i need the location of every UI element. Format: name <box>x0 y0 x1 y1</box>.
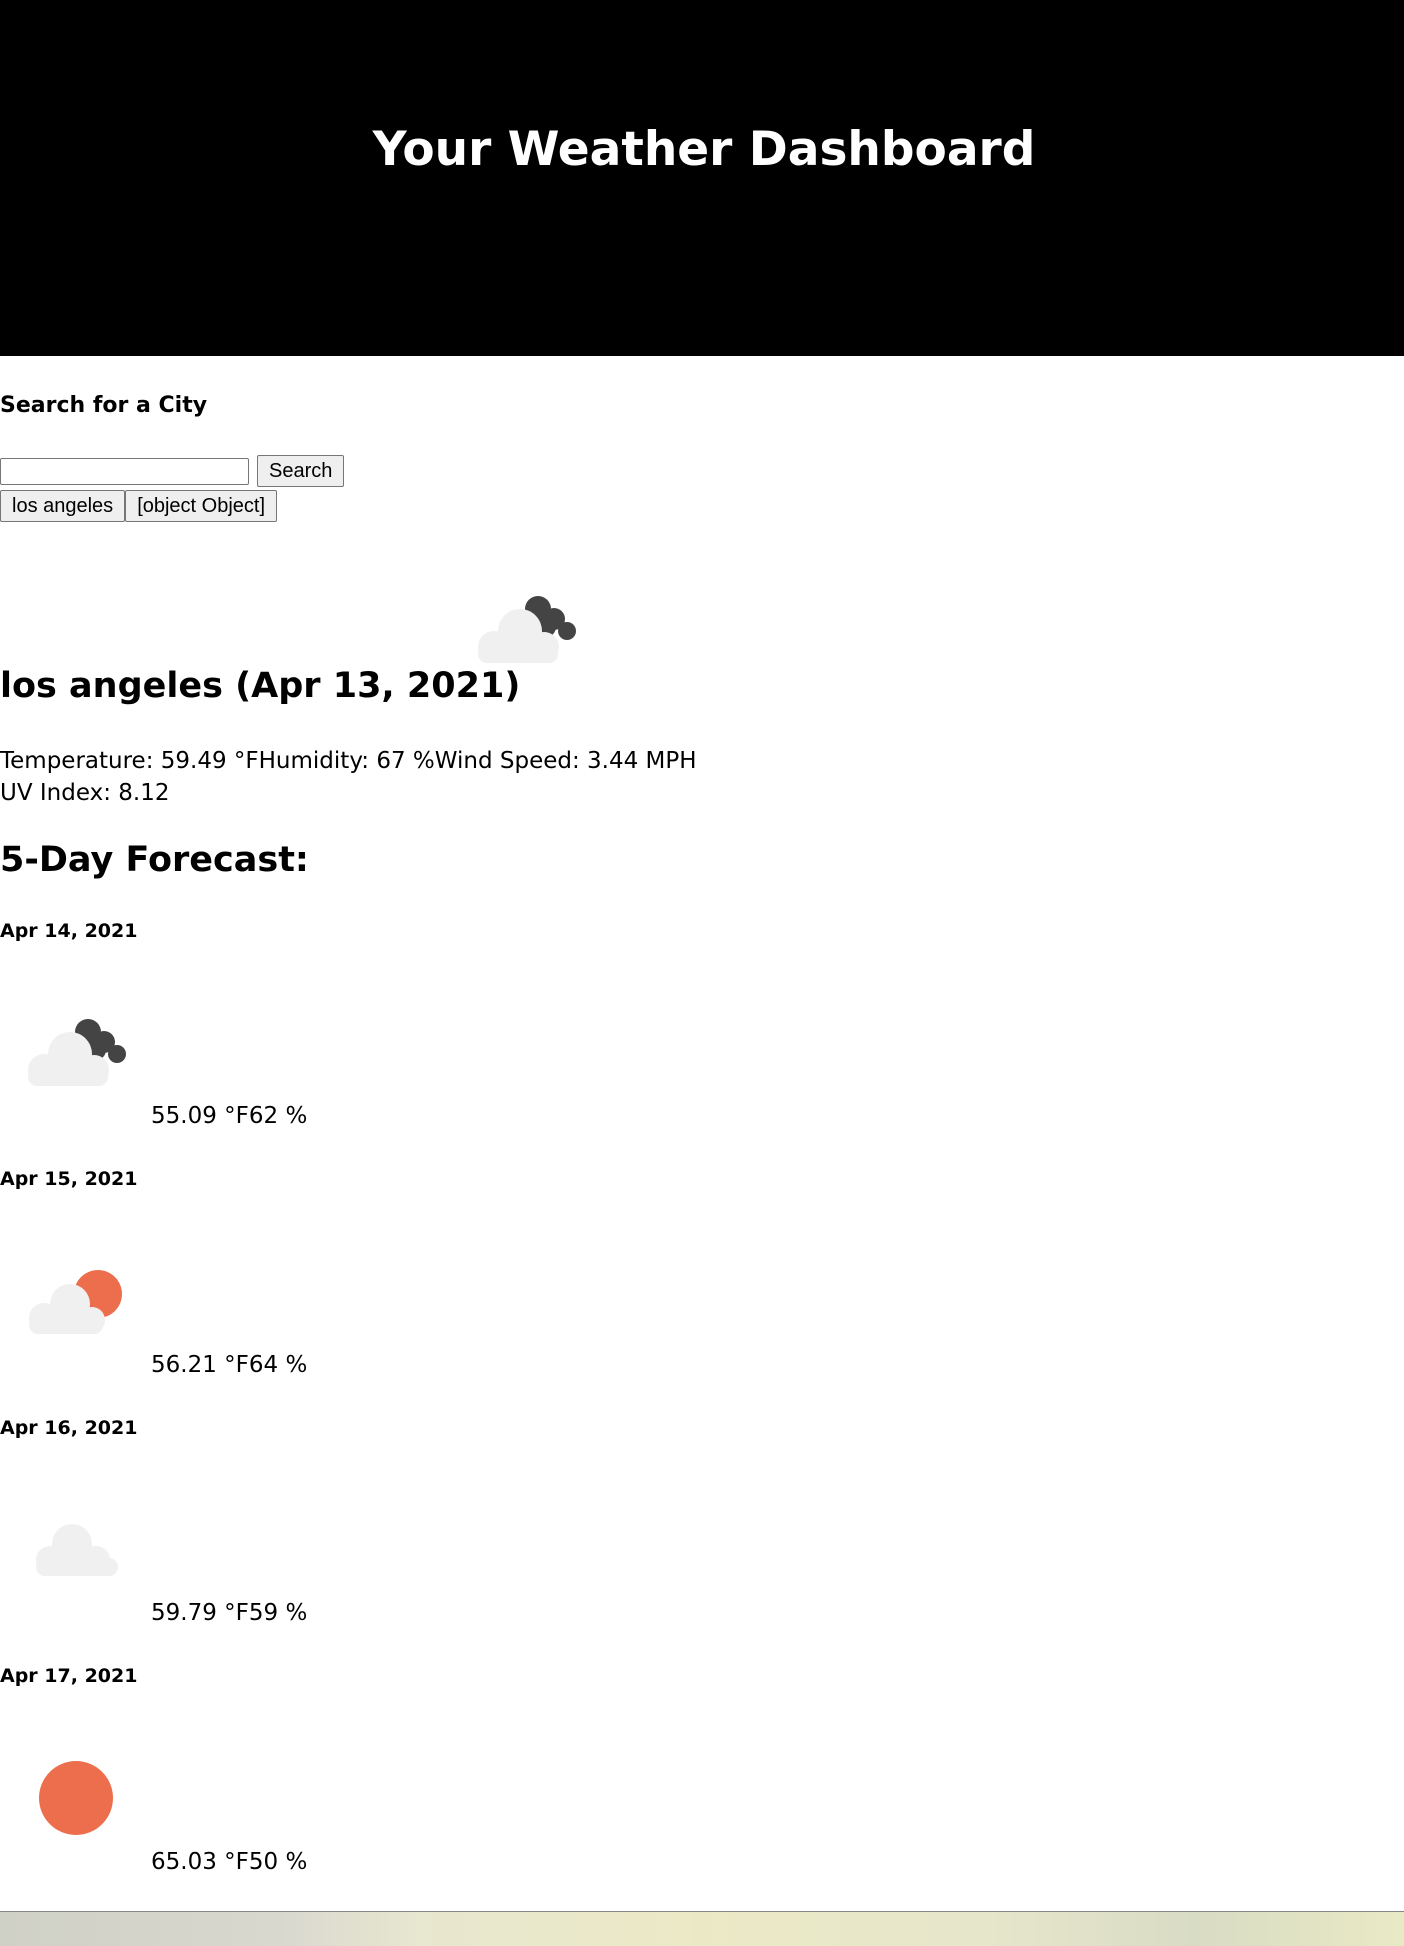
forecast-humidity: 62 % <box>248 1103 308 1129</box>
page-title: Your Weather Dashboard <box>372 122 1036 177</box>
forecast-humidity: 50 % <box>248 1849 308 1875</box>
forecast-title: 5-Day Forecast: <box>0 840 309 880</box>
forecast-temp: 59.79 °F <box>151 1600 249 1626</box>
bottom-edge-bar <box>0 1911 1404 1946</box>
forecast-date: Apr 15, 2021 <box>0 1168 138 1190</box>
forecast-date: Apr 16, 2021 <box>0 1417 138 1439</box>
forecast-date: Apr 14, 2021 <box>0 920 138 942</box>
history-button-object[interactable]: [object Object] <box>125 490 278 522</box>
sun-icon <box>39 1761 113 1835</box>
search-history: los angeles [object Object] <box>0 490 278 522</box>
cloud-icon <box>36 1524 118 1576</box>
current-wind-speed: Wind Speed: 3.44 MPH <box>434 748 697 774</box>
city-search-input[interactable] <box>0 457 249 485</box>
search-button[interactable]: Search <box>257 455 345 487</box>
current-temperature: Temperature: 59.49 °F <box>0 748 259 774</box>
current-stats-line: Temperature: 59.49 °FHumidity: 67 %Wind … <box>0 745 697 777</box>
forecast-stats: 65.03 °F50 % <box>151 1849 307 1875</box>
cloudy-dark-icon <box>478 596 576 663</box>
current-uv-index: UV Index: 8.12 <box>0 780 170 806</box>
forecast-stats: 56.21 °F64 % <box>151 1352 307 1378</box>
forecast-temp: 56.21 °F <box>151 1352 249 1378</box>
forecast-date: Apr 17, 2021 <box>0 1665 138 1687</box>
forecast-stats: 55.09 °F62 % <box>151 1103 307 1129</box>
forecast-humidity: 64 % <box>248 1352 308 1378</box>
current-humidity: Humidity: 67 % <box>258 748 435 774</box>
dark-clouds-icon <box>28 1019 126 1086</box>
current-city-title: los angeles (Apr 13, 2021) <box>0 666 521 706</box>
forecast-temp: 65.03 °F <box>151 1849 249 1875</box>
search-form: Search <box>0 455 345 487</box>
page-header: Your Weather Dashboard <box>0 0 1404 356</box>
partly-sunny-icon <box>29 1270 122 1334</box>
history-button-los-angeles[interactable]: los angeles <box>0 490 126 522</box>
forecast-humidity: 59 % <box>248 1600 308 1626</box>
search-heading: Search for a City <box>0 393 208 418</box>
forecast-temp: 55.09 °F <box>151 1103 249 1129</box>
current-conditions: Temperature: 59.49 °FHumidity: 67 %Wind … <box>0 745 697 809</box>
forecast-stats: 59.79 °F59 % <box>151 1600 307 1626</box>
